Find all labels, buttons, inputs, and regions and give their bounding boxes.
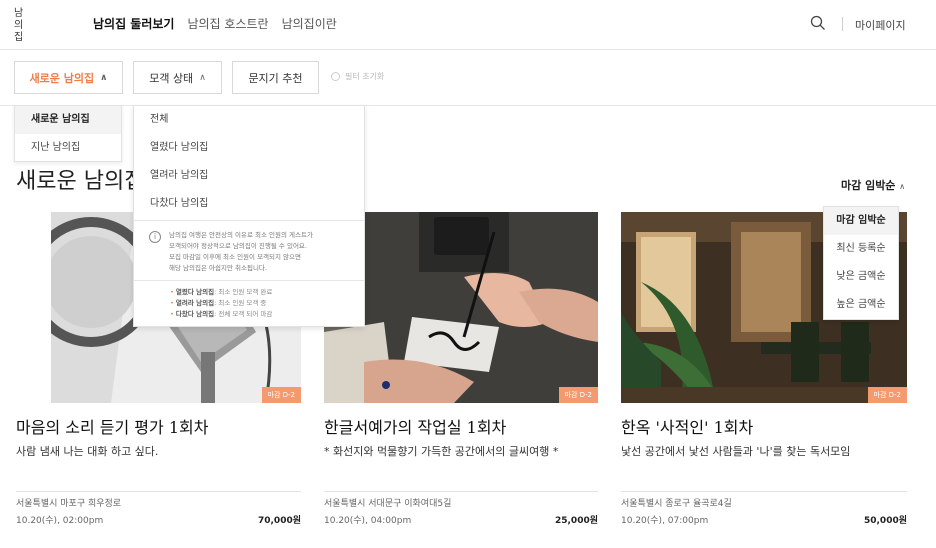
nav-item-about[interactable]: 남의집이란	[282, 15, 337, 32]
status-option-opening[interactable]: 열려라 남의집	[134, 162, 364, 190]
legend-item: • 다찼다 남의집: 전체 모객 되어 마감	[170, 310, 273, 318]
card-address: 서울특별시 종로구 율곡로4길	[621, 499, 732, 509]
card-address: 서울특별시 서대문구 이화여대5길	[324, 499, 452, 509]
note-line: 해당 남의집은 아쉽지만 취소됩니다.	[169, 264, 267, 272]
status-option-full[interactable]: 다찼다 남의집	[134, 190, 364, 218]
chevron-up-icon: ∧	[100, 72, 108, 83]
sort-option-deadline[interactable]: 마감 임박순	[824, 207, 898, 235]
sort-label: 마감 임박순	[841, 179, 896, 192]
card-title[interactable]: 마음의 소리 듣기 평가 1회차	[16, 414, 208, 438]
card-title[interactable]: 한글서예가의 작업실 1회차	[324, 414, 506, 438]
reset-icon	[331, 72, 340, 81]
legend-term: 열려라 남의집	[175, 299, 215, 307]
status-legend: • 열렸다 남의집: 최소 인원 모객 완료 • 열려라 남의집: 최소 인원 …	[134, 280, 364, 320]
chevron-up-icon: ∧	[199, 72, 206, 83]
legend-desc: : 최소 인원 모객 중	[214, 299, 267, 307]
info-icon: i	[149, 231, 161, 243]
chevron-up-icon: ∧	[899, 182, 906, 191]
card-date: 10.20(수), 07:00pm	[621, 516, 709, 526]
card-price: 70,000원	[257, 516, 301, 526]
legend-desc: : 전체 모객 되어 마감	[214, 310, 273, 318]
card-subtitle: 사람 냄새 나는 대화 하고 싶다.	[16, 445, 159, 458]
sort-button[interactable]: 마감 임박순 ∧	[841, 177, 905, 193]
deadline-badge: 마감 D-2	[261, 387, 301, 403]
card-title[interactable]: 한옥 '사적인' 1회차	[621, 414, 753, 438]
logo[interactable]: 남의집	[14, 8, 38, 44]
card-divider	[621, 491, 907, 492]
filter-reset-button[interactable]: 필터 초기화	[331, 71, 384, 82]
status-note: i 남의집 여행은 안전상의 이유로 최소 인원의 게스트가 모객되어야 정상적…	[134, 220, 364, 280]
event-card[interactable]: 마감 D-2 한글서예가의 작업실 1회차 * 화선지와 먹물향기 가득한 공간…	[324, 212, 598, 532]
calligraphy-illustration	[324, 212, 598, 403]
header-divider	[842, 17, 843, 31]
legend-item: • 열려라 남의집: 최소 인원 모객 중	[170, 299, 267, 307]
filter-bar: 새로운 남의집 ∧ 모객 상태 ∧ 문지기 추천 필터 초기화	[0, 50, 936, 106]
deadline-badge: 마감 D-2	[558, 387, 598, 403]
note-line: 남의집 여행은 안전상의 이유로 최소 인원의 게스트가	[169, 231, 313, 239]
card-address: 서울특별시 마포구 희우정로	[16, 499, 122, 509]
search-icon[interactable]	[810, 15, 826, 31]
page-title: 새로운 남의집	[16, 169, 145, 194]
type-option-past[interactable]: 지난 남의집	[15, 134, 121, 162]
sort-option-low-price[interactable]: 낮은 금액순	[824, 263, 898, 291]
status-option-open[interactable]: 열렸다 남의집	[134, 134, 364, 162]
filter-status-button[interactable]: 모객 상태 ∧	[133, 61, 222, 94]
filter-door-button[interactable]: 문지기 추천	[232, 61, 319, 94]
card-subtitle: 낯선 공간에서 낯선 사람들과 '나'를 찾는 독서모임	[621, 445, 851, 458]
sort-menu: 마감 임박순 최신 등록순 낮은 금액순 높은 금액순	[823, 206, 899, 320]
card-date: 10.20(수), 02:00pm	[16, 516, 104, 526]
card-date: 10.20(수), 04:00pm	[324, 516, 412, 526]
nav-item-browse[interactable]: 남의집 둘러보기	[93, 15, 174, 32]
top-header: 남의집 남의집 둘러보기 남의집 호스트란 남의집이란 마이페이지	[0, 0, 936, 50]
card-divider	[324, 491, 598, 492]
status-dropdown: 전체 열렸다 남의집 열려라 남의집 다찼다 남의집 i 남의집 여행은 안전상…	[133, 105, 365, 327]
filter-new-label: 새로운 남의집	[29, 71, 95, 85]
filter-new-button[interactable]: 새로운 남의집 ∧	[14, 61, 123, 94]
legend-item: • 열렸다 남의집: 최소 인원 모객 완료	[170, 288, 273, 296]
legend-term: 열렸다 남의집	[175, 288, 215, 296]
filter-reset-label: 필터 초기화	[345, 72, 385, 81]
type-dropdown: 새로운 남의집 지난 남의집	[14, 105, 122, 162]
type-option-new[interactable]: 새로운 남의집	[15, 106, 121, 134]
note-line: 모객되어야 정상적으로 남의집이 진행될 수 있어요.	[169, 242, 307, 250]
card-price: 25,000원	[554, 516, 598, 526]
filter-door-label: 문지기 추천	[248, 71, 303, 85]
logo-text: 남의집	[14, 8, 24, 43]
filter-status-label: 모객 상태	[149, 71, 194, 85]
status-option-all[interactable]: 전체	[134, 106, 364, 134]
sort-option-latest[interactable]: 최신 등록순	[824, 235, 898, 263]
card-subtitle: * 화선지와 먹물향기 가득한 공간에서의 글씨여행 *	[324, 445, 559, 458]
sort-option-high-price[interactable]: 높은 금액순	[824, 291, 898, 319]
card-divider	[16, 491, 301, 492]
legend-term: 다찼다 남의집	[175, 310, 215, 318]
deadline-badge: 마감 D-2	[867, 387, 907, 403]
note-line: 모집 마감일 이후에 최소 인원이 모객되지 않으면	[169, 253, 301, 261]
legend-desc: : 최소 인원 모객 완료	[214, 288, 273, 296]
mypage-link[interactable]: 마이페이지	[855, 17, 906, 33]
card-price: 50,000원	[863, 516, 907, 526]
main-nav: 남의집 둘러보기 남의집 호스트란 남의집이란	[93, 15, 337, 32]
card-image-calligraphy[interactable]: 마감 D-2	[324, 212, 598, 403]
nav-item-host[interactable]: 남의집 호스트란	[187, 15, 268, 32]
